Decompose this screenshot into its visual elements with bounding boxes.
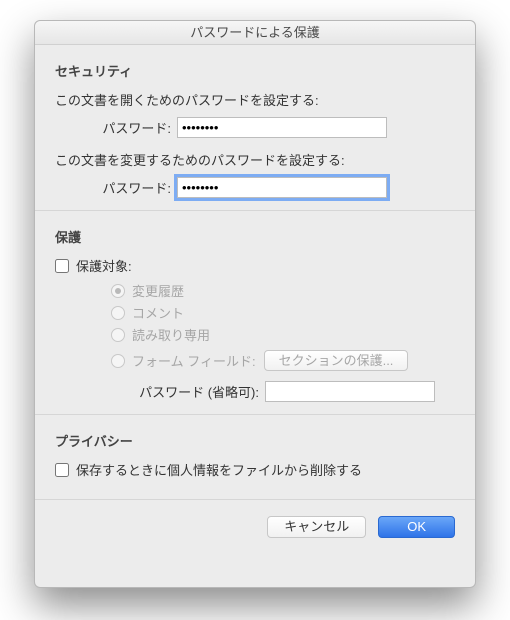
dialog-footer: キャンセル OK	[35, 500, 475, 556]
open-password-input[interactable]	[177, 117, 387, 138]
remove-personal-info-label: 保存するときに個人情報をファイルから削除する	[76, 460, 362, 479]
modify-password-input[interactable]	[177, 177, 387, 198]
radio-read-only-label: 読み取り専用	[132, 325, 210, 344]
radio-read-only: 読み取り専用	[111, 325, 455, 344]
radio-tracked-changes-label: 変更履歴	[132, 281, 184, 300]
radio-dot-icon	[111, 306, 125, 320]
protect-target-checkbox[interactable]	[55, 259, 69, 273]
modify-password-label: パスワード:	[55, 178, 171, 197]
radio-dot-icon	[111, 284, 125, 298]
remove-personal-info-check[interactable]: 保存するときに個人情報をファイルから削除する	[55, 460, 455, 479]
security-heading: セキュリティ	[55, 61, 475, 80]
cancel-button[interactable]: キャンセル	[267, 516, 366, 538]
radio-dot-icon	[111, 328, 125, 342]
open-password-label: パスワード:	[55, 118, 171, 137]
dialog-content: セキュリティ この文書を開くためのパスワードを設定する: パスワード: この文書…	[35, 45, 475, 587]
optional-password-input[interactable]	[265, 381, 435, 402]
modify-password-desc: この文書を変更するためのパスワードを設定する:	[55, 150, 455, 169]
radio-dot-icon	[111, 354, 125, 368]
protect-target-label: 保護対象:	[76, 256, 132, 275]
radio-comments-label: コメント	[132, 303, 184, 322]
radio-form-fields-label: フォーム フィールド:	[132, 351, 256, 370]
ok-button[interactable]: OK	[378, 516, 455, 538]
protection-heading: 保護	[55, 227, 475, 246]
radio-form-fields: フォーム フィールド: セクションの保護...	[111, 350, 455, 371]
protect-sections-button: セクションの保護...	[264, 350, 409, 371]
optional-password-label: パスワード (省略可):	[91, 382, 259, 401]
remove-personal-info-checkbox[interactable]	[55, 463, 69, 477]
privacy-heading: プライバシー	[55, 431, 475, 450]
divider	[35, 210, 475, 211]
radio-comments: コメント	[111, 303, 455, 322]
dialog-window: パスワードによる保護 セキュリティ この文書を開くためのパスワードを設定する: …	[34, 20, 476, 588]
divider	[35, 414, 475, 415]
open-password-desc: この文書を開くためのパスワードを設定する:	[55, 90, 455, 109]
window-title: パスワードによる保護	[35, 21, 475, 45]
protect-target-check[interactable]: 保護対象:	[55, 256, 455, 275]
radio-tracked-changes: 変更履歴	[111, 281, 455, 300]
